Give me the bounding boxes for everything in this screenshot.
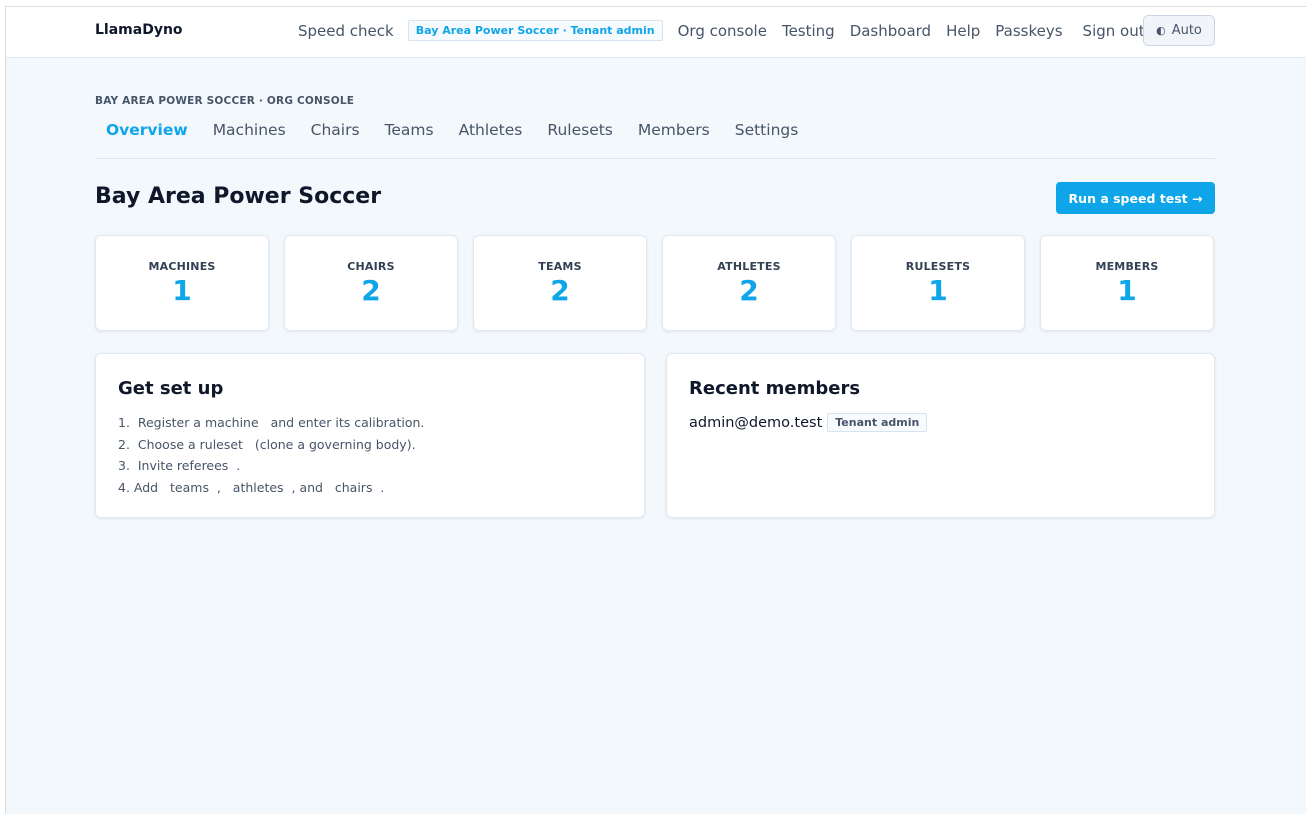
stat-label: ATHLETES (717, 260, 781, 273)
stat-value: 2 (739, 274, 759, 307)
stat-label: MACHINES (148, 260, 216, 273)
theme-toggle-button[interactable]: ◐ Auto (1143, 15, 1215, 46)
setup-steps-list: 1. Register a machine and enter its cali… (118, 412, 424, 498)
tenant-chip[interactable]: Bay Area Power Soccer · Tenant admin (407, 20, 663, 41)
nav-help[interactable]: Help (946, 22, 980, 40)
run-speed-test-button[interactable]: Run a speed test → (1056, 182, 1215, 214)
setup-step[interactable]: 1. Register a machine and enter its cali… (118, 412, 424, 434)
member-email: admin@demo.test (689, 414, 823, 431)
panel-title: Recent members (689, 378, 861, 399)
top-navbar: LlamaDyno Speed check Bay Area Power Soc… (6, 7, 1306, 58)
member-row: admin@demo.test Tenant admin (689, 413, 928, 432)
contrast-icon: ◐ (1156, 24, 1166, 37)
get-set-up-panel: Get set up 1. Register a machine and ent… (95, 353, 645, 518)
theme-toggle-label: Auto (1171, 23, 1202, 38)
stat-label: CHAIRS (347, 260, 395, 273)
tab-settings[interactable]: Settings (735, 121, 799, 139)
stat-card-rulesets[interactable]: RULESETS 1 (851, 235, 1025, 331)
stat-value: 1 (1117, 274, 1137, 307)
tab-machines[interactable]: Machines (213, 121, 286, 139)
stat-card-chairs[interactable]: CHAIRS 2 (284, 235, 458, 331)
org-console-label: BAY AREA POWER SOCCER · ORG CONSOLE (95, 95, 355, 107)
stat-label: RULESETS (905, 260, 971, 273)
stat-card-members[interactable]: MEMBERS 1 (1040, 235, 1214, 331)
stat-label: TEAMS (538, 260, 582, 273)
stat-label: MEMBERS (1095, 260, 1159, 273)
nav-passkeys[interactable]: Passkeys (995, 22, 1062, 40)
stat-value: 2 (361, 274, 381, 307)
stat-value: 1 (172, 274, 192, 307)
setup-step[interactable]: 4. Add teams , athletes , and chairs . (118, 477, 424, 499)
recent-members-panel: Recent members admin@demo.test Tenant ad… (666, 353, 1215, 518)
org-subnav: Overview Machines Chairs Teams Athletes … (106, 121, 823, 139)
stat-card-machines[interactable]: MACHINES 1 (95, 235, 269, 331)
page-title: Bay Area Power Soccer (95, 184, 382, 209)
nav-testing[interactable]: Testing (782, 22, 835, 40)
stat-value: 1 (928, 274, 948, 307)
nav-sign-out[interactable]: Sign out (1083, 22, 1145, 40)
tab-athletes[interactable]: Athletes (459, 121, 523, 139)
stat-card-athletes[interactable]: ATHLETES 2 (662, 235, 836, 331)
panel-title: Get set up (118, 378, 224, 399)
tab-members[interactable]: Members (638, 121, 710, 139)
tab-rulesets[interactable]: Rulesets (547, 121, 613, 139)
tab-chairs[interactable]: Chairs (311, 121, 360, 139)
stat-value: 2 (550, 274, 570, 307)
setup-step[interactable]: 3. Invite referees . (118, 455, 424, 477)
main-nav: Speed check Bay Area Power Soccer · Tena… (298, 20, 1160, 41)
nav-dashboard[interactable]: Dashboard (850, 22, 931, 40)
role-badge: Tenant admin (827, 413, 928, 432)
subnav-divider (95, 158, 1215, 159)
tab-teams[interactable]: Teams (385, 121, 434, 139)
setup-step[interactable]: 2. Choose a ruleset (clone a governing b… (118, 434, 424, 456)
brand-logo[interactable]: LlamaDyno (95, 22, 183, 38)
nav-org-console[interactable]: Org console (678, 22, 767, 40)
app-window: LlamaDyno Speed check Bay Area Power Soc… (5, 6, 1306, 814)
tab-overview[interactable]: Overview (106, 121, 188, 139)
nav-speed-check[interactable]: Speed check (298, 22, 394, 40)
stat-card-teams[interactable]: TEAMS 2 (473, 235, 647, 331)
